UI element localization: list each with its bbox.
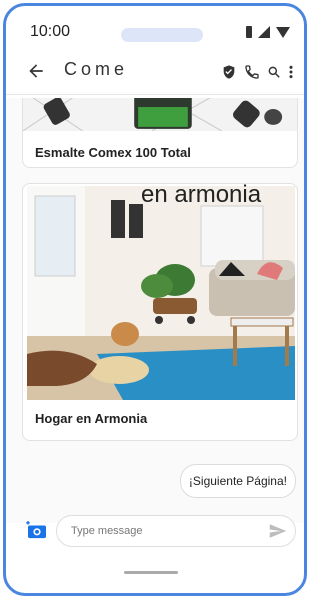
- message-composer: Type message: [6, 506, 304, 556]
- rich-card-article[interactable]: en armonia Hogar en Armonia: [22, 183, 298, 441]
- vibrate-icon: [246, 26, 252, 38]
- message-list[interactable]: Esmalte Comex 100 Total en armonia Hogar…: [6, 98, 304, 523]
- message-input-placeholder: Type message: [71, 525, 143, 537]
- toolbar-actions: [221, 64, 294, 80]
- phone-icon[interactable]: [244, 64, 260, 80]
- status-bar: 10:00: [6, 6, 304, 46]
- send-icon[interactable]: [269, 523, 287, 539]
- rich-card-product[interactable]: Esmalte Comex 100 Total: [22, 98, 298, 168]
- card-caption: Hogar en Armonia: [35, 411, 148, 426]
- search-icon[interactable]: [267, 65, 281, 79]
- suggestion-chip-next-page[interactable]: ¡Siguiente Página!: [179, 464, 296, 498]
- phone-frame: 10:00 Come Esmalte Comex 100 Total en ar…: [3, 3, 307, 596]
- card-caption: Esmalte Comex 100 Total: [35, 145, 191, 160]
- image-heading-text: en armonia: [141, 183, 262, 208]
- message-input[interactable]: Type message: [56, 515, 296, 547]
- verified-shield-icon[interactable]: [221, 64, 237, 80]
- signal-icon: [258, 26, 270, 38]
- back-arrow-icon[interactable]: [26, 61, 46, 81]
- status-icons: [246, 26, 290, 38]
- conversation-title: Come: [64, 59, 129, 79]
- wifi-icon: [276, 26, 290, 38]
- home-indicator[interactable]: [124, 571, 178, 574]
- status-time: 10:00: [30, 23, 71, 40]
- card-image-product: [23, 98, 297, 131]
- add-photo-icon[interactable]: [26, 521, 48, 539]
- app-toolbar: Come: [6, 48, 304, 95]
- card-image-living-room: [27, 186, 295, 400]
- camera-notch: [121, 28, 203, 42]
- more-vert-icon[interactable]: [288, 64, 294, 80]
